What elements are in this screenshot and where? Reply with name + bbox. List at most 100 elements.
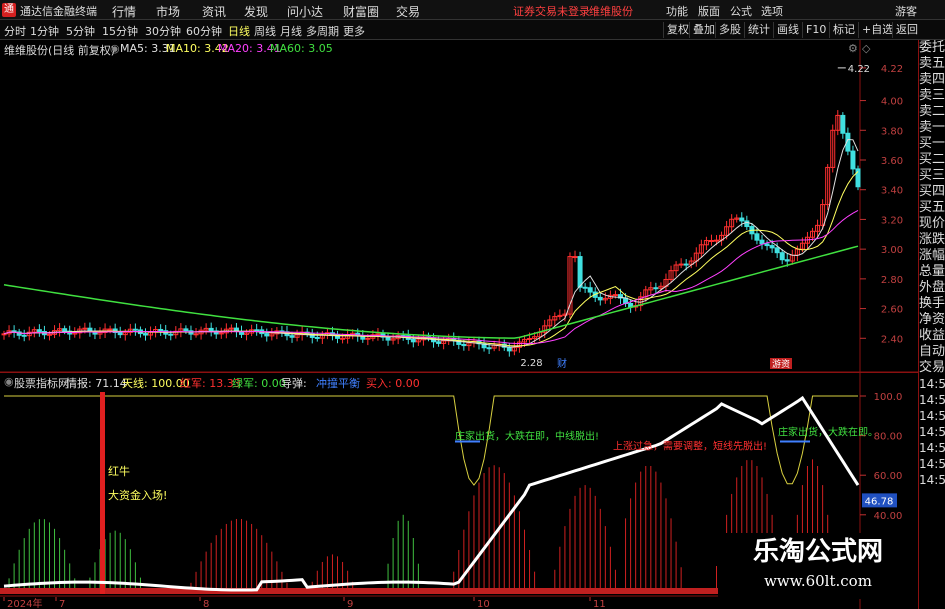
candle-body bbox=[582, 286, 588, 289]
candle-body bbox=[254, 329, 260, 332]
indicator-value: 情报: 71.14 bbox=[66, 377, 127, 390]
candle-body bbox=[314, 336, 320, 339]
candle-body bbox=[436, 341, 442, 344]
candle-body bbox=[784, 259, 790, 262]
candle-body bbox=[678, 263, 684, 266]
side-panel-item[interactable]: 自动 bbox=[919, 344, 945, 360]
indicator-value: 冲撞平衡 bbox=[316, 377, 360, 390]
side-panel-item[interactable]: 14:50 bbox=[919, 456, 945, 472]
candle-body bbox=[850, 150, 856, 170]
indicator-toggle-icon[interactable]: ◉ bbox=[4, 375, 14, 388]
side-panel-item[interactable]: 14:50 bbox=[919, 472, 945, 488]
side-panel-item[interactable]: 买五 bbox=[919, 200, 945, 216]
candle-body bbox=[208, 327, 214, 332]
side-panel-item[interactable]: 收益 bbox=[919, 328, 945, 344]
price-tick-label: 3.20 bbox=[881, 215, 903, 226]
indicator-value: 买入: 0.00 bbox=[366, 377, 420, 390]
side-panel-item[interactable]: 14:50 bbox=[919, 408, 945, 424]
side-panel-item[interactable]: 买三 bbox=[919, 168, 945, 184]
candle-body bbox=[117, 332, 123, 336]
annotation-text: 大资金入场! bbox=[108, 488, 167, 502]
candle-body bbox=[82, 327, 88, 330]
candle-body bbox=[264, 333, 270, 337]
candle-body bbox=[168, 333, 174, 336]
side-panel-item[interactable]: 涨跌 bbox=[919, 232, 945, 248]
candle-body bbox=[340, 337, 346, 340]
side-panel-item[interactable]: 卖三 bbox=[919, 88, 945, 104]
side-panel-item[interactable]: 14:50 bbox=[919, 440, 945, 456]
candle-body bbox=[769, 245, 775, 249]
annotation-text: 上涨过急，需要调整，短线先脱出! bbox=[613, 439, 767, 452]
ma20-line bbox=[3, 210, 859, 345]
candle-body bbox=[107, 328, 113, 331]
side-panel-item[interactable]: 14:50 bbox=[919, 424, 945, 440]
candle-body bbox=[739, 217, 745, 222]
candle-body bbox=[62, 328, 68, 332]
current-value-label: 46.78 bbox=[865, 496, 894, 507]
price-tick-label: 3.00 bbox=[881, 245, 903, 256]
candle-body bbox=[1, 333, 7, 336]
event-label: 财 bbox=[557, 357, 567, 370]
candle-body bbox=[572, 256, 578, 259]
kline-chart[interactable]: 4.22 4.00 3.80 3.60 3.40 3.20 3.00 2.80 2.60 2.40… bbox=[0, 0, 945, 609]
side-panel-item[interactable]: 涨幅 bbox=[919, 248, 945, 264]
candle-body bbox=[365, 337, 371, 340]
watermark: 乐淘公式网 www.60lt.com bbox=[718, 533, 918, 599]
side-panel-item[interactable]: 净资 bbox=[919, 312, 945, 328]
x-tick-label: 7 bbox=[59, 599, 65, 609]
indicator-tick-label: 60.00 bbox=[874, 471, 903, 482]
side-panel-item[interactable]: 买一 bbox=[919, 136, 945, 152]
ma10-line bbox=[3, 171, 859, 347]
event-label: 游资 bbox=[772, 358, 790, 370]
annotation-text: 庄家出货，大跌在即，中线脱出! bbox=[455, 430, 599, 443]
x-tick-label: 2024年 bbox=[7, 597, 42, 609]
x-tick-label: 8 bbox=[203, 599, 209, 609]
side-panel-item[interactable]: 卖四 bbox=[919, 72, 945, 88]
candle-body bbox=[683, 263, 689, 266]
candle-body bbox=[183, 328, 189, 332]
low-price-label: 2.28 bbox=[520, 358, 542, 369]
x-tick-label: 9 bbox=[347, 599, 353, 609]
x-tick-label: 11 bbox=[593, 599, 606, 609]
candle-body bbox=[612, 294, 618, 297]
side-panel-item[interactable]: 委托 bbox=[919, 40, 945, 56]
ma60-line bbox=[3, 245, 859, 339]
price-tick-label: 4.00 bbox=[881, 97, 903, 108]
candle-body bbox=[653, 287, 659, 290]
price-tick-label: 2.60 bbox=[881, 305, 903, 316]
candle-body bbox=[744, 220, 750, 228]
candle-body bbox=[36, 329, 42, 332]
candle-body bbox=[289, 335, 295, 338]
side-panel-item[interactable]: 外盘 bbox=[919, 280, 945, 296]
high-price-label: 4.22 bbox=[848, 64, 870, 75]
candle-body bbox=[486, 347, 492, 350]
side-panel-item[interactable]: 交易 bbox=[919, 360, 945, 376]
side-panel-item[interactable]: 卖二 bbox=[919, 104, 945, 120]
side-panel-item[interactable]: 换手 bbox=[919, 296, 945, 312]
candle-body bbox=[577, 256, 583, 288]
indicator-tick-label: 40.00 bbox=[874, 511, 903, 522]
side-panel-item[interactable]: 14:50 bbox=[919, 392, 945, 408]
side-panel-item[interactable]: 卖五 bbox=[919, 56, 945, 72]
candle-body bbox=[158, 328, 164, 332]
side-panel-item[interactable]: 买二 bbox=[919, 152, 945, 168]
candle-body bbox=[385, 336, 391, 341]
x-tick-label: 10 bbox=[477, 599, 490, 609]
candle-body bbox=[410, 338, 416, 343]
side-panel-item[interactable]: 总量 bbox=[919, 264, 945, 280]
side-panel-item[interactable]: 现价 bbox=[919, 216, 945, 232]
annotation-text: 庄家出货，大跌在即。 bbox=[778, 426, 878, 439]
price-tick-label: 2.80 bbox=[881, 275, 903, 286]
side-panel-item[interactable]: 卖一 bbox=[919, 120, 945, 136]
indicator-value: 导弹: bbox=[281, 377, 307, 390]
indicator-name: 股票指标网 bbox=[14, 377, 69, 390]
candle-body bbox=[132, 328, 138, 331]
side-panel-item[interactable]: 买四 bbox=[919, 184, 945, 200]
side-panel-item[interactable]: 14:50 bbox=[919, 376, 945, 392]
candle-body bbox=[840, 114, 846, 134]
quote-side-panel: 委托 卖五 卖四 卖三 卖二 卖一 买一 买二 买三 买四 买五 现价 涨跌 涨幅 总量 外盘 换手 净资 收益 自动… bbox=[918, 40, 945, 609]
signal-column bbox=[100, 392, 105, 594]
candle-body bbox=[708, 240, 714, 243]
candle-body bbox=[754, 233, 760, 241]
candle-body bbox=[714, 239, 720, 242]
